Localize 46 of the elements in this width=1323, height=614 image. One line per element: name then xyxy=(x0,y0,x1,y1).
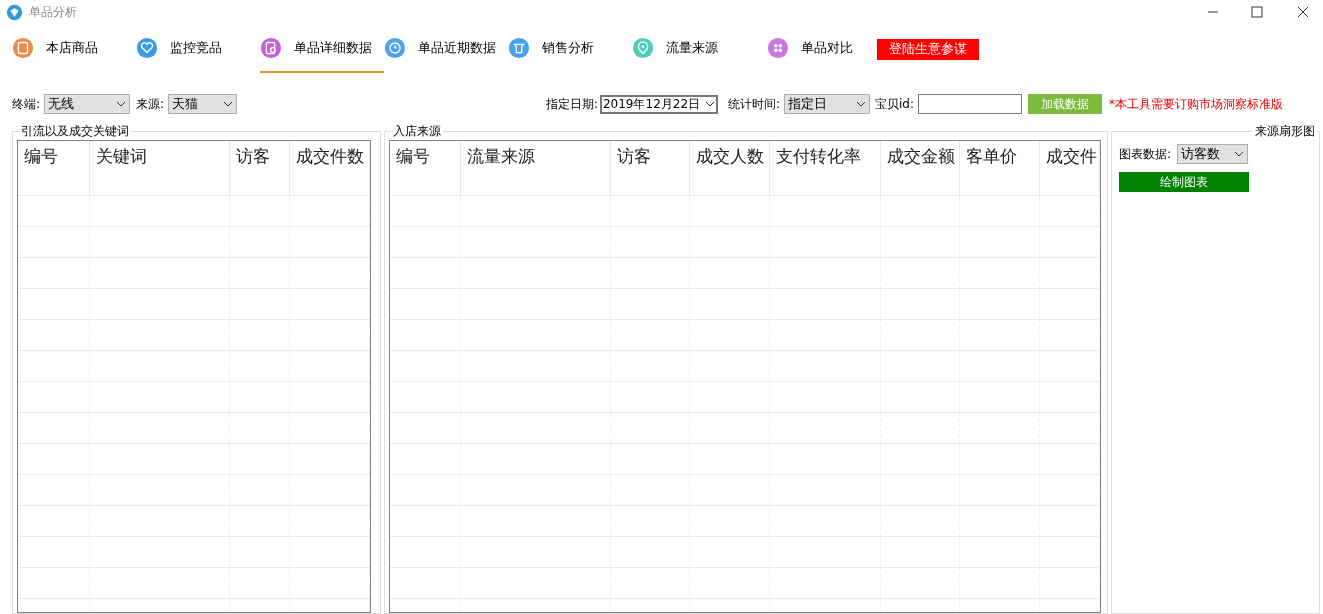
chart-data-label: 图表数据: xyxy=(1119,146,1172,163)
column-header[interactable]: 成交件数 xyxy=(290,141,370,195)
source-dropdown[interactable]: 天猫 xyxy=(168,94,238,114)
column-header[interactable]: 访客 xyxy=(611,141,690,195)
maximize-icon[interactable] xyxy=(1251,6,1263,18)
caret-icon xyxy=(1234,151,1245,157)
column-header[interactable]: 成交金额 xyxy=(881,141,960,195)
period-label: 统计时间: xyxy=(727,96,780,113)
tab[interactable]: 销售分析 xyxy=(508,25,632,73)
column-header[interactable]: 关键词 xyxy=(90,141,230,195)
column-header[interactable]: 流量来源 xyxy=(461,141,611,195)
window-title: 单品分析 xyxy=(29,4,77,21)
date-label: 指定日期: xyxy=(545,96,598,113)
tab[interactable]: 本店商品 xyxy=(12,25,136,73)
column-header[interactable]: 编号 xyxy=(390,141,461,195)
source-label: 来源: xyxy=(136,96,165,113)
period-dropdown[interactable]: 指定日 xyxy=(784,94,870,114)
app-logo-icon xyxy=(6,3,23,21)
tab[interactable]: 单品近期数据 xyxy=(384,25,508,73)
caret-icon xyxy=(116,101,127,107)
chart-data-dropdown[interactable]: 访客数 xyxy=(1177,144,1249,164)
item-id-field[interactable] xyxy=(918,94,1022,114)
tab[interactable]: 单品对比 xyxy=(767,25,877,73)
terminal-label: 终端: xyxy=(12,96,41,113)
panel-title: 入店来源 xyxy=(392,123,442,140)
draw-chart-button[interactable]: 绘制图表 xyxy=(1119,172,1249,192)
caret-icon xyxy=(223,101,234,107)
panel-title: 来源扇形图 xyxy=(1254,123,1316,140)
notice-text: *本工具需要订购市场洞察标准版 xyxy=(1109,96,1283,113)
item-id-label: 宝贝id: xyxy=(875,96,914,113)
column-header[interactable]: 客单价 xyxy=(960,141,1040,195)
login-button[interactable]: 登陆生意参谋 xyxy=(877,38,979,60)
column-header[interactable]: 访客 xyxy=(230,141,290,195)
column-header[interactable]: 成交件 xyxy=(1040,141,1100,195)
column-header[interactable]: 成交人数 xyxy=(690,141,770,195)
column-header[interactable]: 支付转化率 xyxy=(770,141,881,195)
tab[interactable]: 流量来源 xyxy=(632,25,767,73)
panel-title: 引流以及成交关键词 xyxy=(20,123,130,140)
caret-icon xyxy=(856,101,866,107)
close-icon[interactable] xyxy=(1297,6,1309,18)
tab[interactable]: 单品详细数据 xyxy=(260,25,384,73)
date-picker[interactable]: 2019年12月22日 xyxy=(599,94,718,114)
caret-icon xyxy=(704,101,715,107)
tab[interactable]: 监控竞品 xyxy=(136,25,260,73)
column-header[interactable]: 编号 xyxy=(18,141,90,195)
terminal-dropdown[interactable]: 无线 xyxy=(44,94,131,114)
